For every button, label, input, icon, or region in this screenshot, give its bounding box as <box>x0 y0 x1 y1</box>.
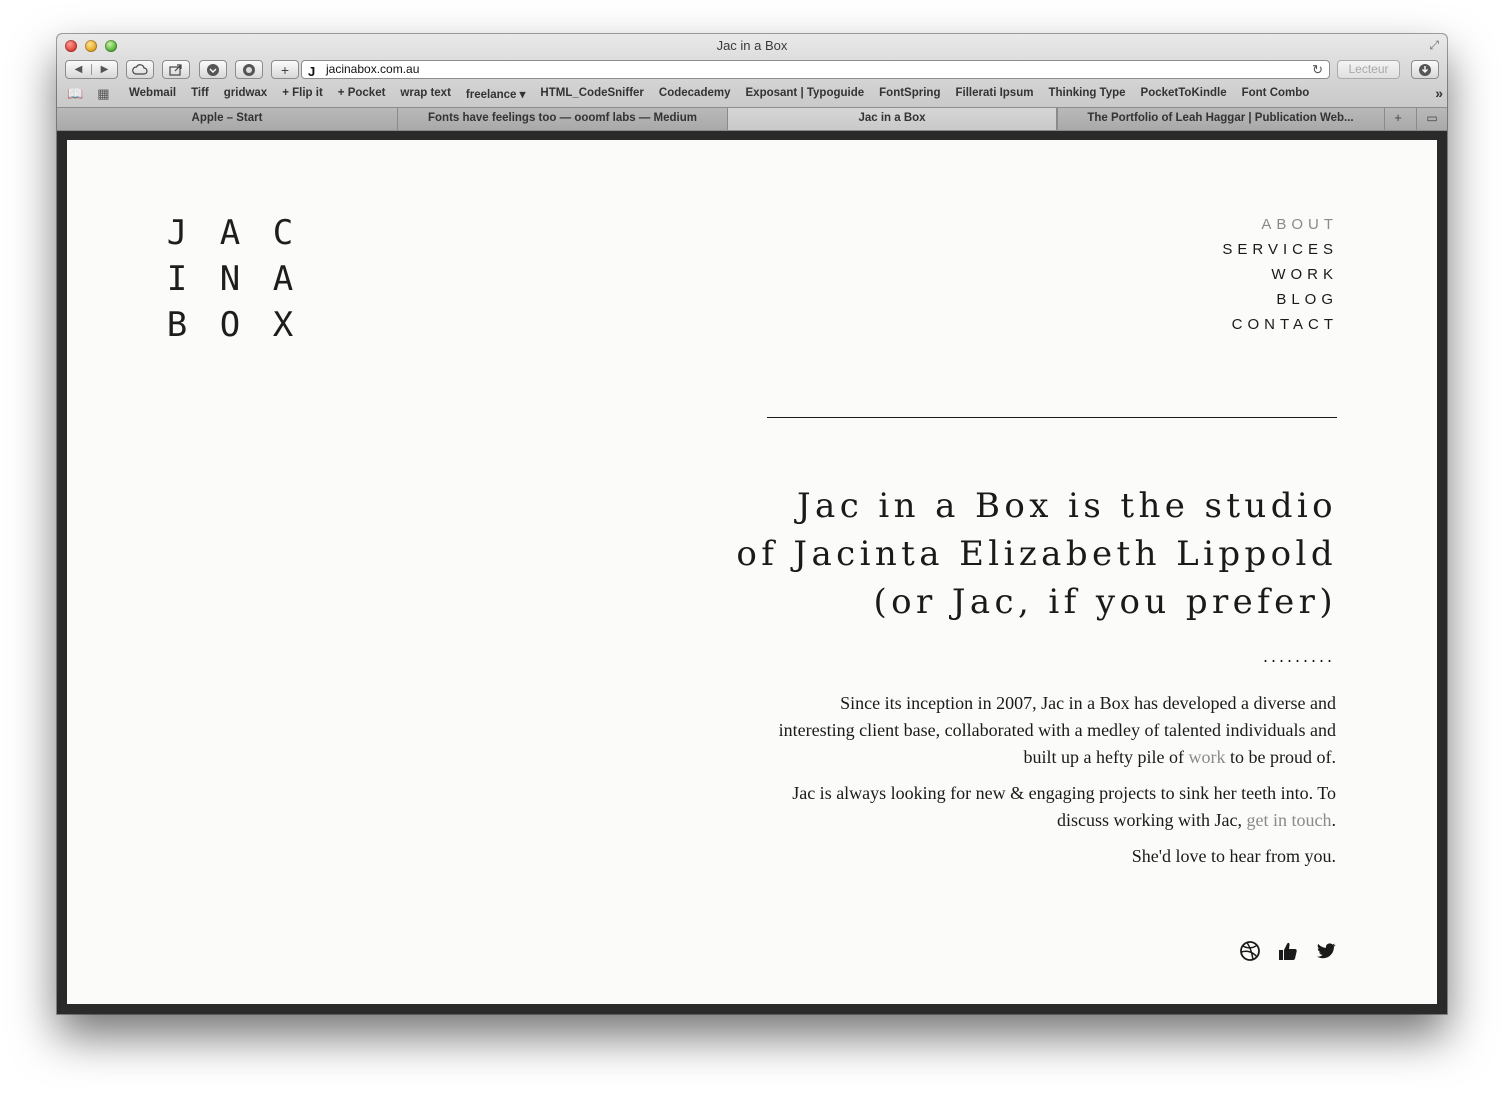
divider-line <box>767 417 1337 418</box>
logo-letter: X <box>272 305 294 345</box>
bookmark-item[interactable]: Fillerati Ipsum <box>955 87 1033 101</box>
tab[interactable]: Apple – Start <box>57 108 397 130</box>
reader-button[interactable]: Lecteur <box>1337 60 1400 79</box>
logo-letter: I <box>166 259 188 299</box>
logo-letter: A <box>272 259 294 299</box>
main-navigation: ABOUT SERVICES WORK BLOG CONTACT <box>1222 212 1333 337</box>
logo-row: BOX <box>165 302 295 348</box>
dotted-separator: ......... <box>1262 646 1335 666</box>
share-icon <box>169 63 182 76</box>
fullscreen-icon[interactable]: ⤢ <box>1429 38 1439 53</box>
bookmark-item[interactable]: PocketToKindle <box>1141 87 1227 101</box>
headline-line: (or Jac, if you prefer) <box>873 582 1337 622</box>
bookmark-item[interactable]: wrap text <box>400 87 451 101</box>
pocket-extension-button[interactable] <box>199 60 227 79</box>
tab-overview-icon[interactable]: ▭ <box>1416 108 1447 130</box>
bookmark-item[interactable]: freelance ▾ <box>466 87 525 101</box>
bookmark-item[interactable]: Thinking Type <box>1048 87 1125 101</box>
toolbar: ◀ ▶ + J jacinabox.com.au ↻ Lecteur <box>57 58 1447 82</box>
bookmark-item[interactable]: Codecademy <box>659 87 731 101</box>
bookmark-item[interactable]: + Pocket <box>338 87 386 101</box>
bookmark-item[interactable]: + Flip it <box>282 87 323 101</box>
bookmark-item[interactable]: FontSpring <box>879 87 940 101</box>
cloud-icon <box>132 64 148 75</box>
dribbble-icon <box>1240 941 1260 961</box>
ghost-icon <box>243 63 255 76</box>
nav-services[interactable]: SERVICES <box>1222 237 1338 262</box>
bookmark-item[interactable]: Font Combo <box>1242 87 1310 101</box>
logo-letter: C <box>272 213 294 253</box>
bookmark-list: Webmail Tiff gridwax + Flip it + Pocket wrap … <box>129 87 1309 101</box>
page-viewport: JACINABOX ABOUT SERVICES WORK BLOG CONTACT J… <box>67 140 1437 1004</box>
more-bookmarks-icon[interactable]: » <box>1435 85 1443 101</box>
url-text: jacinabox.com.au <box>326 62 420 76</box>
intro-body: Since its inception in 2007, Jac in a Bo… <box>766 690 1336 879</box>
add-bookmark-button[interactable]: + <box>271 60 299 79</box>
icloud-tabs-button[interactable] <box>126 60 154 79</box>
thumbs-up-icon <box>1279 942 1297 960</box>
address-bar[interactable]: J jacinabox.com.au ↻ <box>301 60 1330 79</box>
logo-letter: J <box>166 213 188 253</box>
top-sites-grid-icon[interactable]: ▦ <box>97 86 109 102</box>
new-tab-plus-icon[interactable]: + <box>1384 108 1411 130</box>
headline-line: Jac in a Box is the studio <box>797 486 1337 526</box>
tab[interactable]: The Portfolio of Leah Haggar | Publicati… <box>1057 108 1383 130</box>
forward-arrow-icon[interactable]: ▶ <box>91 64 117 75</box>
bookmarks-bar: 📖 ▦ Webmail Tiff gridwax + Flip it + Pocket w… <box>57 84 1447 104</box>
bookmark-item[interactable]: gridwax <box>224 87 267 101</box>
tab-active[interactable]: Jac in a Box <box>727 108 1057 130</box>
bookmark-item[interactable]: Tiff <box>191 87 209 101</box>
site-favicon-icon: J <box>308 64 316 79</box>
intro-paragraph-2: Jac is always looking for new & engaging… <box>792 783 1336 830</box>
nav-blog[interactable]: BLOG <box>1222 287 1338 312</box>
tab-bar: + ▭ Apple – Start Fonts have feelings too… <box>57 107 1447 130</box>
facebook-like-link[interactable] <box>1277 940 1299 962</box>
logo-letter: N <box>219 259 241 299</box>
social-links <box>1239 940 1337 962</box>
window-title: Jac in a Box <box>716 38 788 53</box>
get-in-touch-link[interactable]: get in touch <box>1247 810 1332 830</box>
back-forward-buttons: ◀ ▶ <box>65 60 118 79</box>
twitter-icon <box>1317 943 1336 959</box>
logo-row: INA <box>165 256 295 302</box>
intro-headline: Jac in a Box is the studio of Jacinta Eli… <box>693 482 1333 626</box>
share-button[interactable] <box>162 60 190 79</box>
logo-letter: A <box>219 213 241 253</box>
intro-paragraph-3: She'd love to hear from you. <box>1131 846 1336 866</box>
nav-contact[interactable]: CONTACT <box>1222 312 1338 337</box>
logo-row: JAC <box>165 210 295 256</box>
logo-letter: B <box>166 305 188 345</box>
logo-letter: O <box>219 305 241 345</box>
pocket-icon <box>207 63 219 76</box>
intro-paragraph-1: Since its inception in 2007, Jac in a Bo… <box>778 693 1336 767</box>
plus-icon: + <box>280 61 290 78</box>
nav-work[interactable]: WORK <box>1222 262 1338 287</box>
dribbble-link[interactable] <box>1239 940 1261 962</box>
site-logo[interactable]: JACINABOX <box>165 210 295 348</box>
browser-window: Jac in a Box ⤢ ◀ ▶ + J jacinabox.com.au <box>57 34 1447 1014</box>
nav-about[interactable]: ABOUT <box>1222 212 1338 237</box>
bookmark-item[interactable]: Webmail <box>129 87 176 101</box>
download-icon <box>1419 63 1431 76</box>
bookmark-item[interactable]: Exposant | Typoguide <box>746 87 865 101</box>
tab[interactable]: Fonts have feelings too — ooomf labs — M… <box>397 108 727 130</box>
downloads-button[interactable] <box>1411 60 1439 79</box>
ghostery-extension-button[interactable] <box>235 60 263 79</box>
reload-icon[interactable]: ↻ <box>1312 61 1323 78</box>
back-arrow-icon[interactable]: ◀ <box>66 64 91 75</box>
headline-line: of Jacinta Elizabeth Lippold <box>736 534 1337 574</box>
twitter-link[interactable] <box>1315 940 1337 962</box>
work-link[interactable]: work <box>1189 747 1226 767</box>
reading-list-icon[interactable]: 📖 <box>67 86 83 102</box>
browser-chrome: Jac in a Box ⤢ ◀ ▶ + J jacinabox.com.au <box>57 34 1447 131</box>
bookmark-item[interactable]: HTML_CodeSniffer <box>540 87 644 101</box>
